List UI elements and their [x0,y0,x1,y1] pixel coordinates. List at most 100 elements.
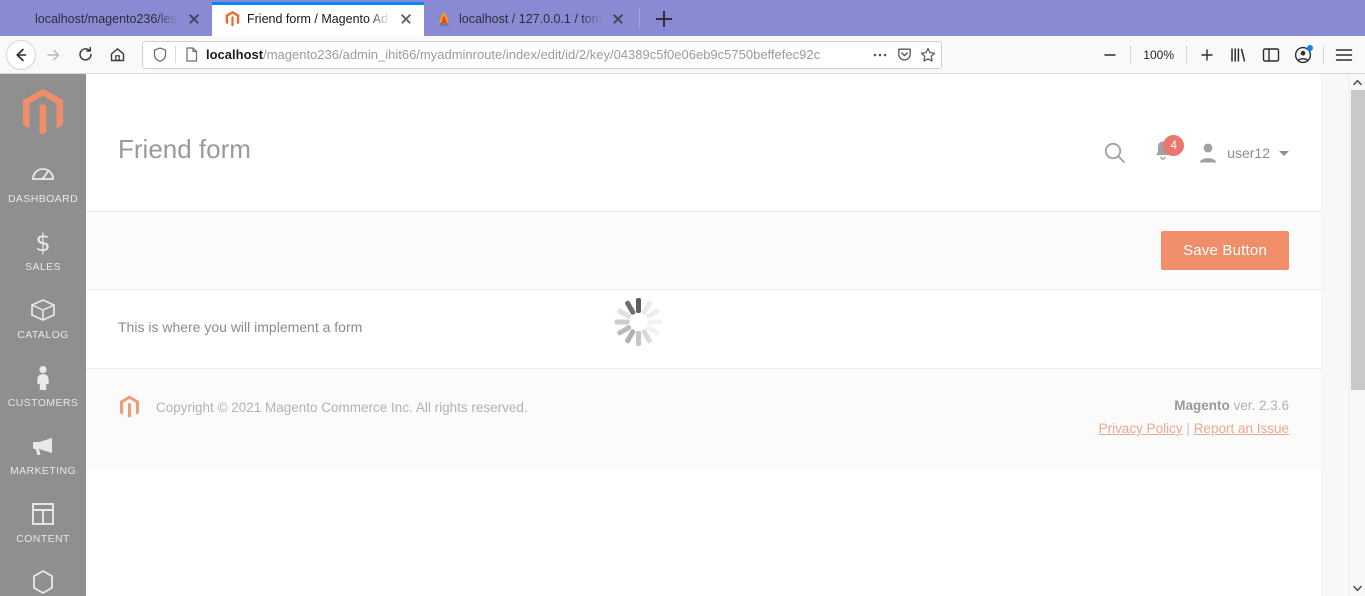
notifications-bell[interactable]: 4 [1150,135,1185,166]
magento-icon [224,11,240,27]
hamburger-menu-icon[interactable] [1329,40,1359,70]
admin-content-canvas: Friend form 4 user12 Save Button This is… [86,74,1321,596]
close-icon[interactable] [397,10,415,28]
sidebar-icon[interactable] [1256,40,1286,70]
account-notification-dot [1307,44,1313,51]
reload-icon[interactable] [70,40,100,70]
dashboard-icon [30,161,56,187]
toolbar-divider [1323,45,1324,64]
sidebar-item-label: SALES [25,261,61,273]
forward-arrow-icon [38,40,68,70]
tab-separator [639,8,640,28]
content-placeholder-text: This is where you will implement a form [118,319,363,335]
back-arrow-icon[interactable] [6,39,36,70]
search-icon[interactable] [1102,140,1128,166]
home-icon[interactable] [102,40,132,70]
url-host: localhost [206,46,264,62]
report-issue-link[interactable]: Report an Issue [1194,421,1289,436]
sidebar-item-label: CONTENT [16,533,70,545]
sidebar-item-marketing[interactable]: MARKETING [0,420,86,488]
address-bar[interactable]: localhost/magento236/admin_ihit66/myadmi… [142,40,942,69]
notification-count-badge: 4 [1163,135,1185,156]
account-icon[interactable] [1288,40,1318,70]
toolbar-divider [1186,45,1187,64]
spinner-spoke [635,331,641,346]
page-title: Friend form [118,134,251,164]
dollar-icon: $ [30,229,56,255]
sidebar-item-content[interactable]: CONTENT [0,488,86,556]
browser-window: localhost/magento236/lesson3/pag Friend … [0,0,1365,596]
pocket-icon[interactable] [895,46,913,64]
loading-spinner [610,294,666,350]
zoom-in-button[interactable] [1192,40,1222,70]
address-bar-divider [175,46,176,63]
close-icon[interactable] [185,10,203,28]
scrollbar-track[interactable] [1350,90,1365,580]
sidebar-item-label: DASHBOARD [7,193,79,205]
page-actions-bar: Save Button [86,212,1321,290]
sidebar-item-dashboard[interactable]: DASHBOARD [0,148,86,216]
svg-text:$: $ [35,229,50,255]
sidebar-item-label: CATALOG [17,329,69,341]
spinner-spoke [647,319,662,325]
user-avatar-icon [1198,142,1218,164]
library-icon[interactable] [1224,40,1254,70]
magento-logo-small [118,395,140,419]
admin-sidebar: DASHBOARD $ SALES CATALOG CUSTOMERS MARK… [0,74,86,596]
browser-toolbar-right: 100% [1095,40,1359,70]
sidebar-item-label: CUSTOMERS [7,397,79,409]
sidebar-item-catalog[interactable]: CATALOG [0,284,86,352]
page-scrollbar[interactable] [1349,74,1365,596]
hexagon-icon [30,569,56,595]
page-viewport: DASHBOARD $ SALES CATALOG CUSTOMERS MARK… [0,74,1365,596]
phpmyadmin-icon: PMA [436,11,452,27]
zoom-level-label[interactable]: 100% [1136,48,1181,62]
new-tab-button[interactable] [647,2,681,36]
svg-text:PMA: PMA [439,22,448,27]
url-text: localhost/magento236/admin_ihit66/myadmi… [206,47,865,63]
browser-tab-3[interactable]: PMA localhost / 127.0.0.1 / tomatoes [424,2,636,36]
footer-left: Copyright © 2021 Magento Commerce Inc. A… [118,395,528,419]
chevron-down-icon [1279,150,1289,156]
sidebar-item-overdose[interactable]: OVERDOSE [0,556,86,596]
user-menu[interactable]: user12 [1198,142,1289,164]
tab-favicon-blank [12,11,28,27]
browser-tab-2[interactable]: Friend form / Magento Admin [212,2,424,36]
navigation-toolbar: localhost/magento236/admin_ihit66/myadmi… [0,36,1365,74]
close-icon[interactable] [609,10,627,28]
tab-bar: localhost/magento236/lesson3/pag Friend … [0,0,1365,36]
version-number: ver. 2.3.6 [1229,398,1289,413]
shield-icon[interactable] [151,46,169,64]
save-button[interactable]: Save Button [1161,231,1289,270]
magento-brand-label: Magento [1174,398,1230,413]
zoom-out-button[interactable] [1095,40,1125,70]
admin-page-header: Friend form 4 user12 [86,74,1321,212]
sidebar-item-label: MARKETING [9,465,77,477]
box-icon [30,297,56,323]
tab-title: localhost / 127.0.0.1 / tomatoes [459,12,602,26]
page-icon[interactable] [182,46,200,64]
privacy-policy-link[interactable]: Privacy Policy [1099,421,1183,436]
url-path: /magento236/admin_ihit66/myadminroute/in… [263,46,821,62]
browser-tab-1[interactable]: localhost/magento236/lesson3/pag [0,2,212,36]
footer-links: Privacy Policy | Report an Issue [1099,417,1289,441]
spinner-spoke [635,298,641,313]
footer-right: Magento ver. 2.3.6 Privacy Policy | Repo… [1099,395,1289,441]
tab-title: localhost/magento236/lesson3/pag [35,12,178,26]
tab-title: Friend form / Magento Admin [247,12,390,26]
star-icon[interactable] [919,46,937,64]
scroll-down-arrow[interactable] [1350,580,1365,596]
scroll-up-arrow[interactable] [1350,74,1365,90]
ellipsis-icon[interactable] [871,46,889,64]
megaphone-icon [30,433,56,459]
magento-logo[interactable] [20,88,66,138]
copyright-text: Copyright © 2021 Magento Commerce Inc. A… [156,399,528,415]
admin-footer: Copyright © 2021 Magento Commerce Inc. A… [86,368,1321,469]
sidebar-item-customers[interactable]: CUSTOMERS [0,352,86,420]
person-icon [30,365,56,391]
admin-header-tools: 4 user12 [1102,132,1289,166]
admin-main: Friend form 4 user12 Save Button This is… [86,74,1365,596]
scrollbar-thumb[interactable] [1350,90,1365,390]
sidebar-item-sales[interactable]: $ SALES [0,216,86,284]
layout-icon [30,501,56,527]
